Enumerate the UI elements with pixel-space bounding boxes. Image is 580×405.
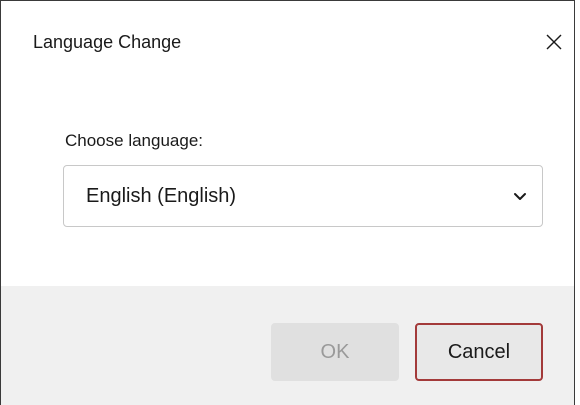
language-select-value: English (English) <box>86 185 237 207</box>
cancel-button[interactable]: Cancel <box>415 323 543 381</box>
dialog-titlebar: Language Change <box>1 1 574 89</box>
dialog-footer: OK Cancel <box>1 286 574 405</box>
ok-button[interactable]: OK <box>271 323 399 381</box>
dialog-content: Choose language: English (English) <box>1 89 574 286</box>
chevron-down-icon <box>514 193 526 200</box>
close-icon <box>546 34 562 50</box>
language-change-dialog: Language Change Choose language: English… <box>0 0 575 405</box>
language-select[interactable]: English (English) <box>63 165 543 227</box>
close-button[interactable] <box>537 25 571 59</box>
dialog-title: Language Change <box>33 32 182 52</box>
choose-language-label: Choose language: <box>65 131 204 150</box>
